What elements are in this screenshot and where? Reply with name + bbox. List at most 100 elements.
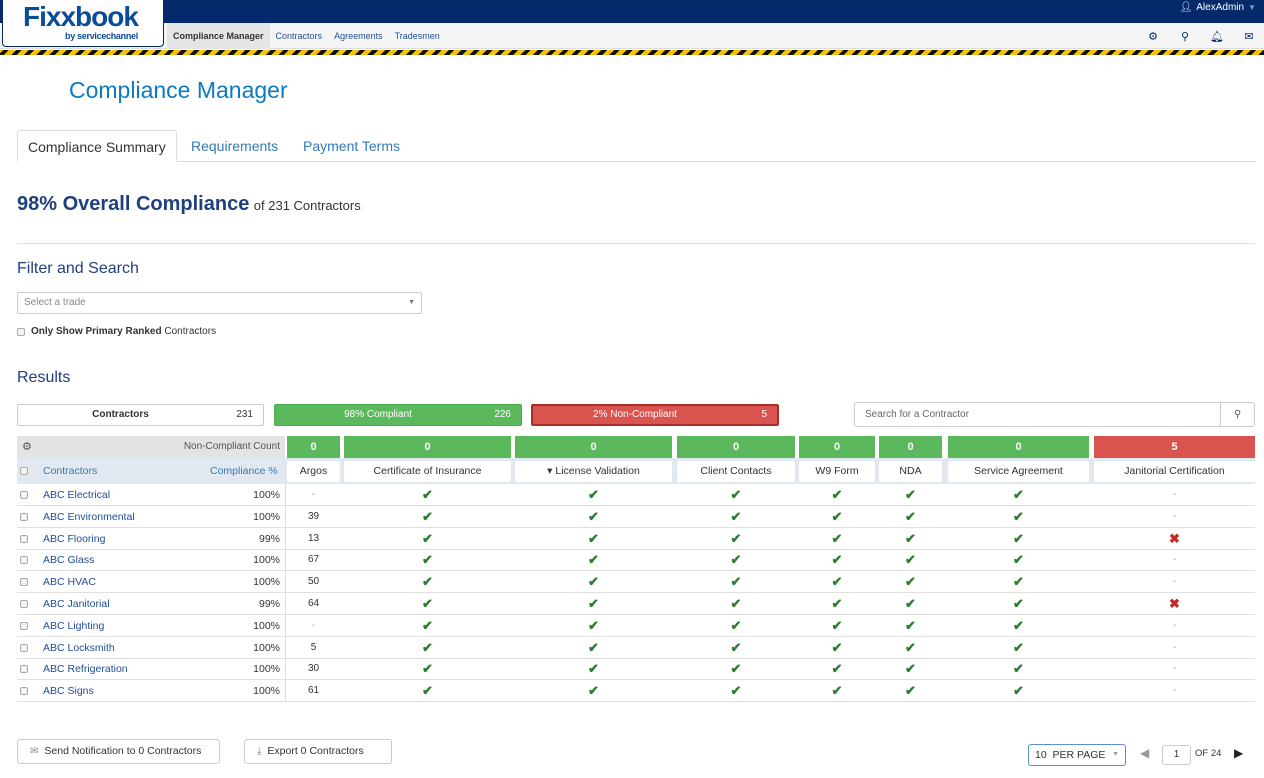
count-cell-nda[interactable]: 0 — [879, 436, 942, 458]
check-icon: ✔ — [831, 661, 843, 677]
row-checkbox[interactable] — [20, 687, 28, 696]
per-page-select[interactable]: 10 PER PAGE ▼ — [1028, 744, 1126, 766]
count-cell-w9-form[interactable]: 0 — [799, 436, 875, 458]
check-icon: ✔ — [1013, 508, 1024, 524]
primary-ranked-checkbox[interactable] — [17, 327, 25, 336]
trade-select[interactable]: Select a trade ▼ — [17, 292, 422, 314]
send-notification-button[interactable]: ✉ Send Notification to 0 Contractors — [17, 739, 220, 764]
check-icon: ✔ — [730, 639, 742, 655]
contractor-name-link[interactable]: ABC Signs — [43, 685, 94, 697]
contractor-search-input[interactable] — [855, 403, 1219, 426]
compliance-percent: 100% — [253, 554, 280, 567]
table-row: ABC Flooring 99% 13 ✔ ✔ ✔ ✔ ✔ ✔ ✖ — [17, 527, 1255, 550]
bell-icon[interactable]: 🔔︎ — [1210, 30, 1224, 43]
prev-page-icon[interactable]: ◀ — [1140, 746, 1149, 760]
check-icon: ✔ — [831, 530, 843, 546]
contractors-column-header[interactable]: Contractors — [43, 465, 97, 477]
envelope-icon[interactable]: ✉ — [1242, 30, 1256, 43]
nav-agreements[interactable]: Agreements — [328, 23, 389, 49]
nav-compliance-manager[interactable]: Compliance Manager — [167, 23, 270, 49]
count-cell-client-contacts[interactable]: 0 — [677, 436, 795, 458]
tab-requirements[interactable]: Requirements — [181, 130, 288, 162]
logo[interactable]: Fixxbook by servicechannel — [2, 0, 164, 47]
contractor-name-link[interactable]: ABC Lighting — [43, 620, 104, 632]
compliance-column-header[interactable]: Compliance % — [210, 465, 278, 477]
row-checkbox[interactable] — [20, 643, 28, 652]
tab-compliance-summary[interactable]: Compliance Summary — [17, 130, 177, 162]
table-row: ABC HVAC 100% 50 ✔ ✔ ✔ ✔ ✔ ✔ - — [17, 571, 1255, 594]
contractor-name-link[interactable]: ABC Environmental — [43, 511, 135, 523]
empty-value: - — [311, 489, 316, 500]
column-header-janitorial-certification[interactable]: Janitorial Certification — [1094, 461, 1255, 482]
check-icon: ✔ — [831, 574, 843, 590]
filter-all-contractors[interactable]: Contractors 231 — [17, 404, 264, 426]
primary-ranked-bold: Only Show Primary Ranked — [31, 326, 162, 337]
contractor-name-link[interactable]: ABC Locksmith — [43, 642, 115, 654]
gear-icon[interactable]: ⚙ — [1146, 30, 1160, 43]
column-header-certificate-of-insurance[interactable]: Certificate of Insurance — [344, 461, 511, 482]
logo-main-text: Fixxbook — [23, 1, 139, 32]
count-cell-certificate-of-insurance[interactable]: 0 — [344, 436, 511, 458]
filter-non-compliant[interactable]: 2% Non-Compliant 5 — [531, 404, 779, 426]
contractor-name-link[interactable]: ABC Glass — [43, 554, 94, 566]
nav-tradesmen[interactable]: Tradesmen — [389, 23, 446, 49]
column-header-license-validation[interactable]: ▾ License Validation — [515, 461, 672, 482]
column-header-argos[interactable]: Argos — [287, 461, 340, 482]
column-divider — [285, 658, 286, 681]
column-divider — [285, 549, 286, 572]
count-cell-argos[interactable]: 0 — [287, 436, 340, 458]
top-bar: 👤︎ AlexAdmin ▼ — [0, 0, 1264, 23]
count-cell-license-validation[interactable]: 0 — [515, 436, 672, 458]
row-checkbox[interactable] — [20, 556, 28, 565]
argos-value: 67 — [307, 554, 320, 566]
compliance-percent: 100% — [253, 619, 280, 632]
overall-compliance: 98% Overall Compliance of 231 Contractor… — [17, 193, 361, 216]
row-checkbox[interactable] — [20, 512, 28, 521]
row-checkbox[interactable] — [20, 665, 28, 674]
next-page-icon[interactable]: ▶ — [1234, 746, 1243, 760]
page-number-input[interactable]: 1 — [1162, 745, 1191, 765]
column-header-service-agreement[interactable]: Service Agreement — [948, 461, 1089, 482]
nav-contractors[interactable]: Contractors — [270, 23, 329, 49]
count-cell-service-agreement[interactable]: 0 — [948, 436, 1089, 458]
row-checkbox[interactable] — [20, 534, 28, 543]
contractor-name-link[interactable]: ABC Electrical — [43, 489, 110, 501]
per-page-value: 10 PER PAGE — [1035, 749, 1106, 761]
empty-value: - — [1172, 685, 1177, 697]
check-icon: ✔ — [422, 596, 433, 611]
tab-payment-terms[interactable]: Payment Terms — [293, 130, 410, 162]
column-divider — [285, 680, 286, 703]
contractor-name-link[interactable]: ABC Flooring — [43, 533, 105, 545]
row-checkbox[interactable] — [20, 578, 28, 587]
search-button[interactable]: ⚲ — [1220, 403, 1254, 426]
compliance-percent: 99% — [258, 532, 280, 545]
contractor-name-link[interactable]: ABC HVAC — [43, 576, 96, 588]
column-divider — [285, 614, 286, 637]
row-checkbox[interactable] — [20, 621, 28, 630]
contractor-name-link[interactable]: ABC Janitorial — [43, 598, 110, 610]
column-header-label: Client Contacts — [700, 465, 772, 477]
column-header-w9-form[interactable]: W9 Form — [799, 461, 875, 482]
contractor-name-link[interactable]: ABC Refrigeration — [43, 663, 128, 675]
user-menu[interactable]: 👤︎ AlexAdmin ▼ — [1180, 2, 1256, 13]
check-icon: ✔ — [905, 487, 916, 502]
column-divider — [285, 505, 286, 528]
row-checkbox[interactable] — [20, 491, 28, 499]
select-all-checkbox[interactable] — [20, 467, 28, 475]
column-header-row: Contractors Compliance % Argos Certificat… — [17, 458, 1255, 484]
x-icon: ✖ — [1169, 530, 1180, 546]
search-icon: ⚲ — [1233, 409, 1242, 420]
column-header-nda[interactable]: NDA — [879, 461, 942, 482]
column-header-client-contacts[interactable]: Client Contacts — [677, 461, 795, 482]
gear-icon[interactable]: ⚙ — [22, 440, 32, 453]
count-cell-janitorial-certification[interactable]: 5 — [1094, 436, 1255, 458]
count-header-left: ⚙ Non-Compliant Count — [17, 436, 285, 458]
search-icon[interactable]: ⚲ — [1178, 30, 1192, 43]
row-checkbox[interactable] — [20, 600, 28, 608]
table-row: ABC Glass 100% 67 ✔ ✔ ✔ ✔ ✔ ✔ - — [17, 549, 1255, 572]
tab-bar: Compliance Summary Requirements Payment … — [17, 130, 1255, 162]
primary-ranked-filter[interactable]: Only Show Primary Ranked Contractors — [17, 326, 216, 337]
export-button[interactable]: ⤓ Export 0 Contractors — [244, 739, 392, 764]
check-icon: ✔ — [905, 683, 916, 699]
filter-compliant[interactable]: 98% Compliant 226 — [274, 404, 522, 426]
